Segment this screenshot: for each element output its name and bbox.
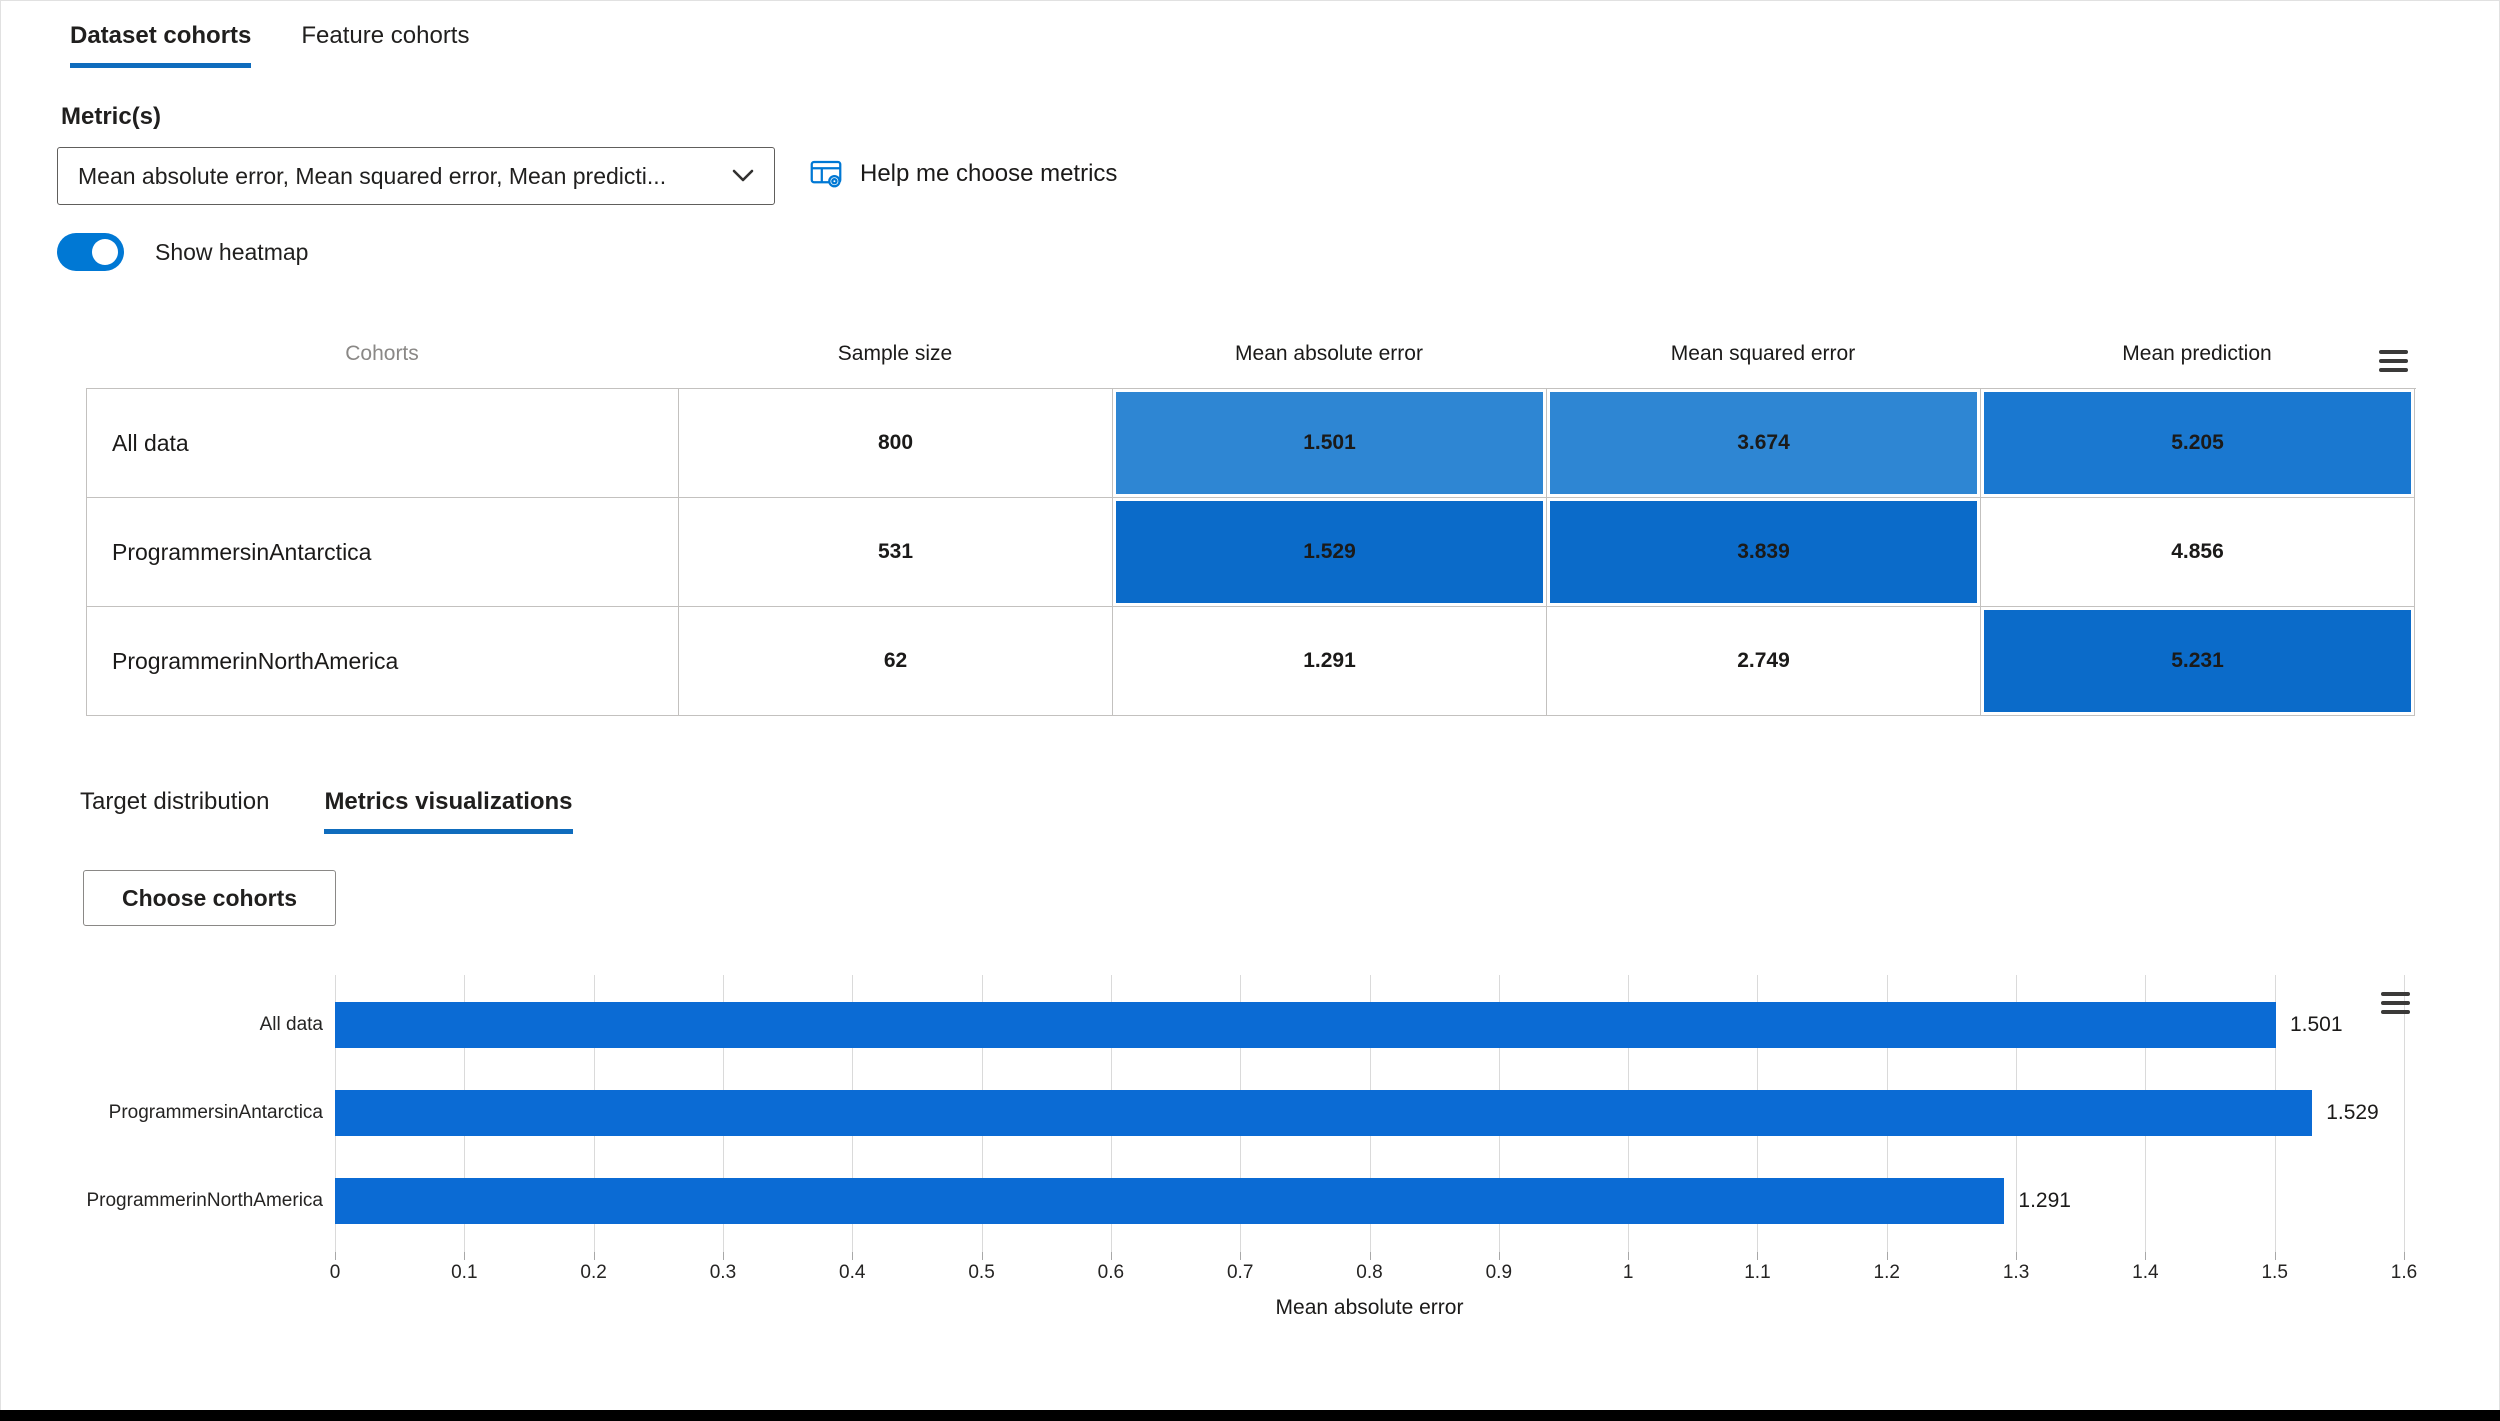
- tick-mark: [1110, 1252, 1112, 1260]
- cohort-name-cell[interactable]: ProgrammerinNorthAmerica: [87, 607, 679, 716]
- x-tick-label: 1.3: [2002, 1262, 2030, 1283]
- y-axis-labels: All data ProgrammersinAntarctica Programme…: [0, 975, 323, 1252]
- tick-mark: [593, 1252, 595, 1260]
- heatmap-toggle-row: Show heatmap: [57, 233, 308, 271]
- x-tick-label: 1.6: [2390, 1262, 2418, 1283]
- cohort-name-cell[interactable]: All data: [87, 389, 679, 498]
- table-row: ProgrammersinAntarctica 531 1.529 3.839 4.85…: [87, 498, 2416, 607]
- metric-heatmap-cell: 1.501: [1113, 389, 1547, 498]
- cohort-table-header: Cohorts Sample size Mean absolute error …: [86, 342, 2414, 366]
- show-heatmap-toggle[interactable]: [57, 233, 124, 271]
- chevron-down-icon: [732, 169, 754, 183]
- y-axis-label: All data: [259, 1014, 323, 1035]
- y-axis-label: ProgrammerinNorthAmerica: [86, 1190, 323, 1211]
- tick-mark: [1886, 1252, 1888, 1260]
- header-sample-size: Sample size: [837, 342, 953, 365]
- metric-heatmap-cell: 5.205: [1981, 389, 2415, 498]
- help-choose-metrics-link[interactable]: Help me choose metrics: [808, 156, 1117, 192]
- header-mean-squared-error: Mean squared error: [1670, 342, 1856, 365]
- x-tick-label: 0.8: [1356, 1262, 1383, 1283]
- tick-mark: [2404, 1252, 2405, 1260]
- sample-size-cell: 62: [679, 607, 1113, 716]
- tab-target-distribution[interactable]: Target distribution: [80, 788, 269, 834]
- tab-metrics-visualizations[interactable]: Metrics visualizations: [324, 788, 573, 834]
- chart-menu-icon[interactable]: [2381, 992, 2410, 1014]
- metric-heatmap-cell: 1.291: [1113, 607, 1547, 716]
- x-axis-ticks: 0 0.1 0.2 0.3 0.4 0.5 0.6 0.7 0.8 0.9 1 1.1 1.2 1.3 1.…: [330, 1262, 2418, 1288]
- model-overview-panel: Dataset cohorts Feature cohorts Metric(s…: [0, 0, 2500, 1421]
- tick-mark: [1757, 1252, 1759, 1260]
- cohort-name-cell[interactable]: ProgrammersinAntarctica: [87, 498, 679, 607]
- bottom-window-edge: [0, 1410, 2500, 1421]
- x-tick-label: 0.3: [709, 1262, 737, 1283]
- bar[interactable]: [335, 1090, 2313, 1136]
- x-tick-label: 0.1: [451, 1262, 478, 1283]
- table-row: All data 800 1.501 3.674 5.205: [87, 389, 2416, 498]
- gridline: [2404, 975, 2405, 1252]
- header-cohorts: Cohorts: [345, 342, 419, 365]
- toggle-knob: [92, 239, 118, 265]
- visualization-tabs: Target distribution Metrics visualizatio…: [80, 788, 573, 834]
- tick-mark: [722, 1252, 724, 1260]
- tick-mark: [464, 1252, 466, 1260]
- bar-value-label: 1.529: [2326, 1101, 2379, 1124]
- x-tick-label: 0.2: [580, 1262, 607, 1283]
- bar-value-label: 1.501: [2289, 1013, 2343, 1036]
- x-tick-label: 0.6: [1097, 1262, 1125, 1283]
- x-axis-title: Mean absolute error: [1275, 1296, 1464, 1319]
- tick-mark: [335, 1252, 336, 1260]
- x-tick-label: 1.2: [1873, 1262, 1900, 1283]
- tick-mark: [1240, 1252, 1242, 1260]
- header-mean-absolute-error: Mean absolute error: [1235, 342, 1423, 365]
- bar-value-label: 1.291: [2018, 1189, 2071, 1212]
- tab-dataset-cohorts[interactable]: Dataset cohorts: [70, 22, 252, 68]
- cohort-type-tabs: Dataset cohorts Feature cohorts: [70, 22, 469, 68]
- metric-heatmap-cell: 2.749: [1547, 607, 1981, 716]
- bar-chart-plot: 1.501 1.529 1.291: [335, 975, 2405, 1260]
- show-heatmap-label: Show heatmap: [155, 238, 309, 265]
- metric-heatmap-cell: 3.839: [1547, 498, 1981, 607]
- x-tick-label: 1.4: [2132, 1262, 2159, 1283]
- header-mean-prediction: Mean prediction: [2122, 342, 2272, 365]
- table-menu-icon[interactable]: [2379, 350, 2408, 372]
- metrics-field-label: Metric(s): [61, 103, 162, 130]
- y-axis-label: ProgrammersinAntarctica: [108, 1102, 323, 1123]
- tick-mark: [2145, 1252, 2147, 1260]
- metric-settings-icon: [808, 156, 844, 192]
- bar[interactable]: [335, 1002, 2276, 1048]
- choose-cohorts-button[interactable]: Choose cohorts: [83, 870, 336, 926]
- cohort-table: All data 800 1.501 3.674 5.205 ProgrammersinA…: [86, 388, 2416, 716]
- metrics-dropdown[interactable]: Mean absolute error, Mean squared error,…: [57, 147, 775, 205]
- tick-mark: [1628, 1252, 1630, 1260]
- metric-heatmap-cell: 1.529: [1113, 498, 1547, 607]
- table-row: ProgrammerinNorthAmerica 62 1.291 2.749 5.23…: [87, 607, 2416, 716]
- x-tick-label: 0.9: [1485, 1262, 1513, 1283]
- metric-heatmap-cell: 4.856: [1981, 498, 2415, 607]
- bar[interactable]: [335, 1178, 2005, 1224]
- sample-size-cell: 800: [679, 389, 1113, 498]
- x-tick-label: 1.5: [2261, 1262, 2288, 1283]
- x-tick-label: 0.7: [1226, 1262, 1254, 1283]
- tick-mark: [981, 1252, 983, 1260]
- metric-heatmap-cell: 5.231: [1981, 607, 2415, 716]
- tick-mark: [1498, 1252, 1500, 1260]
- sample-size-cell: 531: [679, 498, 1113, 607]
- x-tick-label: 0: [329, 1262, 341, 1283]
- x-tick-label: 0.5: [968, 1262, 995, 1283]
- help-choose-metrics-label: Help me choose metrics: [860, 160, 1118, 187]
- metrics-dropdown-value: Mean absolute error, Mean squared error,…: [78, 162, 667, 189]
- x-tick-label: 0.4: [839, 1262, 866, 1283]
- tick-mark: [2016, 1252, 2018, 1260]
- tab-feature-cohorts[interactable]: Feature cohorts: [301, 22, 469, 68]
- x-tick-label: 1.1: [1744, 1262, 1771, 1283]
- tick-mark: [1369, 1252, 1371, 1260]
- metric-heatmap-cell: 3.674: [1547, 389, 1981, 498]
- x-tick-label: 1: [1622, 1262, 1634, 1283]
- tick-mark: [2274, 1252, 2276, 1260]
- tick-mark: [852, 1252, 854, 1260]
